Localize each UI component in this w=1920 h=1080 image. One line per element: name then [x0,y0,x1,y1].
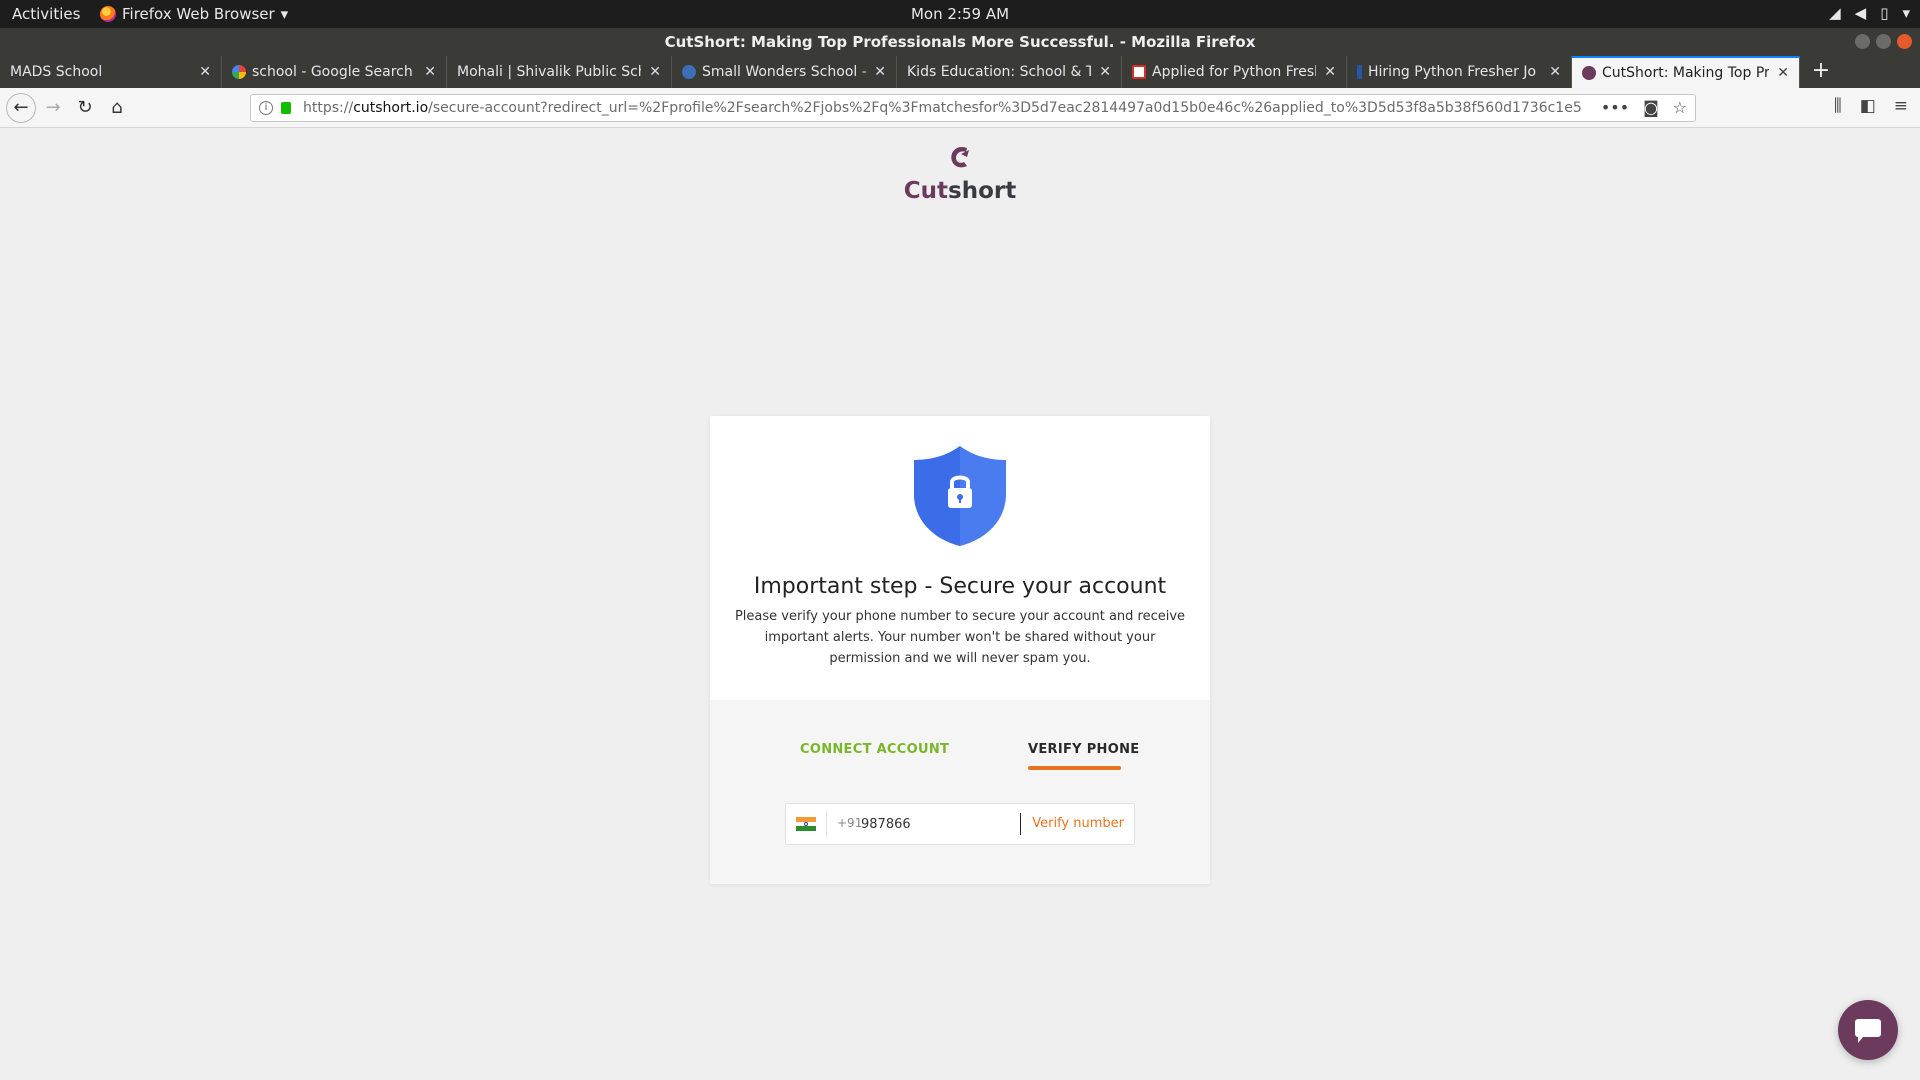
sidebar-icon[interactable]: ◧ [1860,96,1876,116]
close-icon[interactable]: ✕ [1777,65,1789,81]
chat-widget-button[interactable] [1838,1000,1898,1060]
india-flag-icon[interactable] [796,817,816,832]
volume-icon: ◀ [1854,4,1867,22]
phone-number-input[interactable] [861,813,1021,835]
library-icon[interactable]: ⫼ [1834,96,1842,116]
pocket-icon[interactable]: ◙ [1643,95,1659,121]
info-icon[interactable]: i [259,101,273,115]
tab-title: CutShort: Making Top Pr [1602,65,1770,81]
clock[interactable]: Mon 2:59 AM [911,5,1009,23]
verify-number-button[interactable]: Verify number [1032,816,1124,831]
home-button[interactable]: ⌂ [104,96,130,122]
country-code: +91 [837,816,863,830]
close-icon[interactable]: ✕ [1324,64,1336,80]
close-icon[interactable]: ✕ [649,64,661,80]
reload-button[interactable]: ↻ [72,96,98,122]
logo-text: Cutshort [900,178,1020,204]
forward-button[interactable]: → [40,96,66,122]
close-icon[interactable]: ✕ [199,64,211,80]
tab-title: Kids Education: School & Te [907,64,1092,80]
gmail-icon [1132,65,1146,79]
firefox-icon [100,6,116,22]
tab[interactable]: Small Wonders School – ✕ [672,56,897,88]
tab-verify-phone[interactable]: VERIFY PHONE [1028,742,1139,757]
bookmark-star-icon[interactable]: ☆ [1673,95,1687,121]
navigation-bar: ← → ↻ ⌂ i https://cutshort.io/secure-acc… [0,88,1920,128]
tab-bar: MADS School ✕ school - Google Search ✕ M… [0,56,1920,88]
activities-button[interactable]: Activities [12,5,80,23]
close-icon[interactable]: ✕ [1099,64,1111,80]
url-path: /secure-account?redirect_url=%2Fprofile%… [428,100,1582,116]
google-icon [232,65,246,79]
hamburger-menu-icon[interactable]: ≡ [1894,96,1908,116]
active-tab-indicator [1028,766,1121,770]
logo-text-short: short [948,178,1017,204]
tab[interactable]: Hiring Python Fresher Jo ✕ [1347,56,1572,88]
close-icon[interactable]: ✕ [1549,64,1561,80]
more-actions-icon[interactable]: ••• [1601,95,1629,121]
window-title: CutShort: Making Top Professionals More … [664,33,1256,51]
system-tray[interactable]: ◢ ◀ ▯ ▾ [1829,4,1910,22]
url-bar[interactable]: i https://cutshort.io/secure-account?red… [250,94,1696,122]
lock-icon [281,102,291,114]
phone-field[interactable]: +91 Verify number [785,803,1135,845]
app-menu-label: Firefox Web Browser [122,5,275,23]
maximize-button[interactable] [1876,34,1891,49]
tab[interactable]: Mohali | Shivalik Public Scho ✕ [447,56,672,88]
back-button[interactable]: ← [6,93,36,123]
tab-connect-account[interactable]: CONNECT ACCOUNT [800,742,949,757]
tab[interactable]: MADS School ✕ [0,56,222,88]
logo-text-cut: Cut [903,178,949,204]
school-icon [682,65,696,79]
close-icon[interactable]: ✕ [424,64,436,80]
app-menu[interactable]: Firefox Web Browser ▾ [100,5,288,23]
tab-title: Small Wonders School – [702,64,867,80]
caret-down-icon: ▾ [1902,4,1910,22]
battery-icon: ▯ [1880,4,1889,22]
tab-title: school - Google Search [252,64,413,80]
url-prefix: https:// [303,100,354,116]
caret-down-icon: ▾ [280,5,289,23]
tab-title: Hiring Python Fresher Jo [1368,64,1537,80]
system-top-bar: Activities Firefox Web Browser ▾ Mon 2:5… [0,0,1920,28]
tab[interactable]: Kids Education: School & Te ✕ [897,56,1122,88]
card-title: Important step - Secure your account [753,574,1167,599]
tab[interactable]: school - Google Search ✕ [222,56,447,88]
indeed-icon [1357,65,1362,79]
tab-title: Applied for Python Fresh [1152,64,1317,80]
tab-title: MADS School [10,64,103,80]
new-tab-button[interactable]: + [1806,56,1836,88]
window-titlebar: CutShort: Making Top Professionals More … [0,28,1920,56]
tab-active[interactable]: CutShort: Making Top Pr ✕ [1572,56,1800,88]
shield-lock-icon [914,446,1006,546]
cutshort-logo[interactable]: Cutshort [900,142,1020,204]
tab-title: Mohali | Shivalik Public Scho [457,64,642,80]
close-icon[interactable]: ✕ [874,64,886,80]
verification-panel: CONNECT ACCOUNT VERIFY PHONE +91 Verify … [710,700,1210,884]
chat-bubble-icon [1855,1019,1881,1043]
divider [826,810,827,838]
card-description: Please verify your phone number to secur… [734,609,1186,666]
cutshort-logo-mark-icon [951,146,969,168]
tab[interactable]: Applied for Python Fresh ✕ [1122,56,1347,88]
secure-account-card: Important step - Secure your account Ple… [710,416,1210,884]
url-host: cutshort.io [353,100,429,116]
cutshort-icon [1582,66,1596,80]
close-window-button[interactable] [1897,34,1912,49]
wifi-icon: ◢ [1829,4,1841,22]
minimize-button[interactable] [1855,34,1870,49]
